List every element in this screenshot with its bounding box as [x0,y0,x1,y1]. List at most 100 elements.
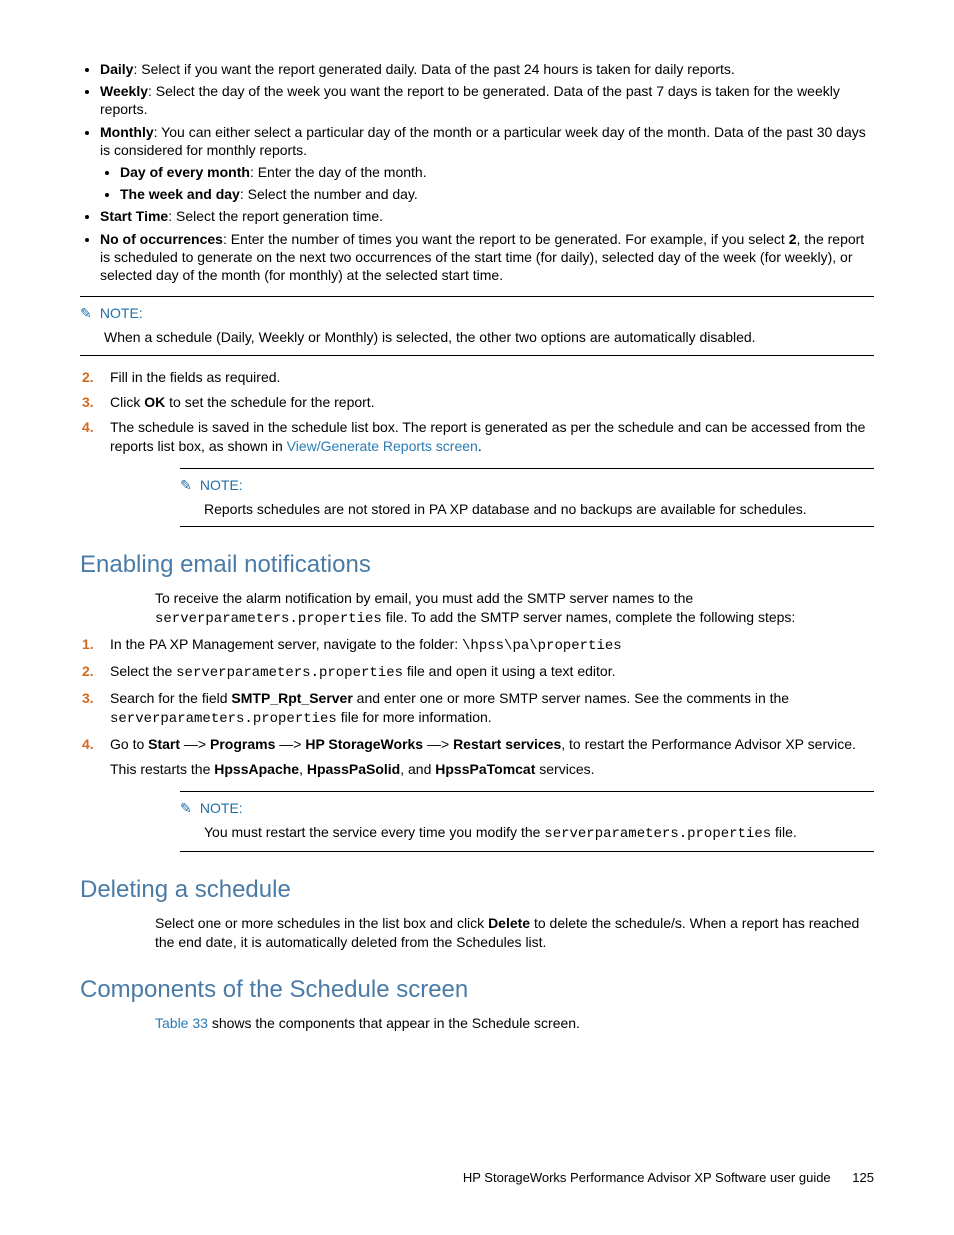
text: : Select if you want the report generate… [133,61,734,77]
note-label: NOTE: [100,305,143,321]
label-daily: Daily [100,61,133,77]
text: : Select the day of the week you want th… [100,83,840,117]
list-item: Weekly: Select the day of the week you w… [100,82,874,118]
text: —> [275,736,305,752]
text: , to restart the Performance Advisor XP … [561,736,856,752]
list-item: Fill in the fields as required. [104,368,874,387]
paragraph: To receive the alarm notification by ema… [155,589,874,629]
text-bold: OK [144,394,165,410]
note-body: You must restart the service every time … [204,823,874,844]
text: , [299,761,307,777]
note-body: When a schedule (Daily, Weekly or Monthl… [104,328,874,347]
text: and enter one or more SMTP server names.… [353,690,789,706]
label-start-time: Start Time [100,208,168,224]
note-block: ✎ NOTE: Reports schedules are not stored… [180,468,874,528]
text: To receive the alarm notification by ema… [155,590,693,606]
text: file and open it using a text editor. [403,663,615,679]
text: : Enter the number of times you want the… [223,231,789,247]
code-text: serverparameters.properties [155,611,382,627]
note-label: NOTE: [200,800,243,816]
page-footer: HP StorageWorks Performance Advisor XP S… [463,1170,874,1185]
list-item: Search for the field SMTP_Rpt_Server and… [104,689,874,729]
text: Search for the field [110,690,231,706]
paragraph: This restarts the HpssApache, HpassPaSol… [110,760,874,779]
text: Fill in the fields as required. [110,369,280,385]
text-bold: HP StorageWorks [305,736,423,752]
text-bold: Restart services [453,736,561,752]
text: , and [400,761,435,777]
note-body: Reports schedules are not stored in PA X… [204,500,874,519]
note-block: ✎ NOTE: When a schedule (Daily, Weekly o… [80,296,874,356]
label-day-of-month: Day of every month [120,164,250,180]
text: —> [180,736,210,752]
note-block: ✎ NOTE: You must restart the service eve… [180,791,874,853]
text: : You can either select a particular day… [100,124,866,158]
text: Go to [110,736,148,752]
text-bold: SMTP_Rpt_Server [231,690,352,706]
label-weekly: Weekly [100,83,148,99]
text: This restarts the [110,761,214,777]
paragraph: Table 33 shows the components that appea… [155,1014,874,1033]
text: You must restart the service every time … [204,824,544,840]
list-item: Daily: Select if you want the report gen… [100,60,874,78]
list-item: The schedule is saved in the schedule li… [104,418,874,456]
list-item: In the PA XP Management server, navigate… [104,635,874,656]
monthly-sublist: Day of every month: Enter the day of the… [100,163,874,203]
note-header: ✎ NOTE: [180,477,874,494]
text: : Select the number and day. [240,186,418,202]
text-bold: HpassPaSolid [307,761,400,777]
text: —> [423,736,453,752]
schedule-options-list: Daily: Select if you want the report gen… [80,60,874,284]
code-text: \hpss\pa\properties [462,638,622,654]
note-label: NOTE: [200,477,243,493]
code-text: serverparameters.properties [544,826,771,842]
label-week-and-day: The week and day [120,186,240,202]
text-bold: Start [148,736,180,752]
text: : Select the report generation time. [168,208,383,224]
text: Click [110,394,144,410]
page-number: 125 [852,1170,874,1185]
label-no-of-occurrences: No of occurrences [100,231,223,247]
code-text: serverparameters.properties [176,665,403,681]
text: shows the components that appear in the … [208,1015,580,1031]
text: file. [771,824,797,840]
note-icon: ✎ [180,800,196,817]
text: file for more information. [337,709,492,725]
text: : Enter the day of the month. [250,164,427,180]
text: Select the [110,663,176,679]
list-item: Day of every month: Enter the day of the… [120,163,874,181]
text: file. To add the SMTP server names, comp… [382,609,795,625]
text: . [478,438,482,454]
page-content: Daily: Select if you want the report gen… [0,0,954,1079]
heading-enabling-email: Enabling email notifications [80,551,874,579]
paragraph: Select one or more schedules in the list… [155,914,874,952]
note-icon: ✎ [180,477,196,494]
list-item: Go to Start —> Programs —> HP StorageWor… [104,735,874,779]
heading-components-schedule: Components of the Schedule screen [80,976,874,1004]
list-item: Start Time: Select the report generation… [100,207,874,225]
note-header: ✎ NOTE: [180,800,874,817]
footer-text: HP StorageWorks Performance Advisor XP S… [463,1170,831,1185]
note-header: ✎ NOTE: [80,305,874,322]
text-bold: Programs [210,736,275,752]
text-bold: HpssPaTomcat [435,761,535,777]
heading-deleting-schedule: Deleting a schedule [80,876,874,904]
text-bold: Delete [488,915,530,931]
schedule-steps-list: Fill in the fields as required. Click OK… [80,368,874,456]
list-item: Monthly: You can either select a particu… [100,123,874,204]
text-bold: HpssApache [214,761,299,777]
link-view-generate-reports[interactable]: View/Generate Reports screen [287,438,478,454]
code-text: serverparameters.properties [110,711,337,727]
list-item: No of occurrences: Enter the number of t… [100,230,874,285]
email-steps-list: In the PA XP Management server, navigate… [80,635,874,778]
text: The schedule is saved in the schedule li… [110,419,865,454]
text: Select one or more schedules in the list… [155,915,488,931]
text: In the PA XP Management server, navigate… [110,636,462,652]
link-table-33[interactable]: Table 33 [155,1015,208,1031]
label-monthly: Monthly [100,124,154,140]
list-item: Click OK to set the schedule for the rep… [104,393,874,412]
list-item: Select the serverparameters.properties f… [104,662,874,683]
note-icon: ✎ [80,305,96,322]
list-item: The week and day: Select the number and … [120,185,874,203]
text: to set the schedule for the report. [165,394,374,410]
